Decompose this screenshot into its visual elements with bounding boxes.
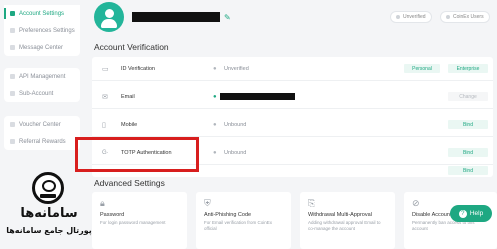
watermark-title: سامانه‌ها [20, 206, 78, 221]
sidebar-item-label: Message Center [19, 44, 64, 51]
preferences-icon [10, 28, 15, 33]
bind-totp-button[interactable]: Bind [448, 148, 488, 157]
shield-icon: ⛨ [204, 198, 211, 208]
sidebar-item-label: Sub-Account [19, 90, 54, 97]
account-settings-icon [10, 11, 15, 16]
withdraw-icon: ⎘ [308, 198, 316, 208]
card-password[interactable]: 🔒︎ Password For login password managemen… [92, 192, 187, 249]
email-icon: ✉ [102, 93, 108, 101]
advanced-settings-cards: 🔒︎ Password For login password managemen… [92, 192, 497, 249]
highlight-box [75, 137, 199, 172]
card-anti-phishing[interactable]: ⛨ Anti-Phishing Code For Email verificat… [196, 192, 291, 249]
check-circle-icon: ● [213, 93, 217, 100]
sidebar-item-account-settings[interactable]: Account Settings [4, 5, 80, 22]
sidebar-group-api: API Management Sub-Account [4, 68, 80, 102]
mobile-icon: ▯ [102, 121, 106, 129]
sidebar-item-sub-account[interactable]: Sub-Account [4, 85, 80, 102]
redacted-username [132, 12, 220, 22]
api-icon [10, 74, 15, 79]
lock-icon: 🔒︎ [100, 198, 105, 208]
referral-icon [10, 139, 15, 144]
status-dot-icon [396, 15, 400, 19]
row-status: Unverified [224, 65, 249, 72]
sidebar-item-label: Account Settings [19, 10, 65, 17]
help-button[interactable]: ? Help [450, 205, 492, 222]
sidebar-item-message-center[interactable]: Message Center [4, 39, 80, 56]
sidebar-item-label: Referral Rewards [19, 138, 66, 145]
message-icon [10, 45, 15, 50]
info-icon: ● [213, 149, 217, 156]
change-email-button[interactable]: Change [448, 92, 488, 101]
row-label: Mobile [121, 121, 138, 128]
account-verification-title: Account Verification [94, 42, 169, 52]
sidebar-group-account: Account Settings Preferences Settings Me… [4, 5, 80, 56]
voucher-icon [10, 122, 15, 127]
account-settings-page: Account Settings Preferences Settings Me… [0, 0, 497, 249]
row-label: Email [121, 93, 135, 100]
row-status: Unbound [224, 121, 247, 128]
status-badge-users: CoinEx Users [440, 11, 490, 23]
card-withdrawal-multi-approval[interactable]: ⎘ Withdrawal Multi-Approval Adding withd… [300, 192, 395, 249]
info-icon: ● [213, 121, 217, 128]
sidebar-item-label: Voucher Center [19, 121, 61, 128]
personal-button[interactable]: Personal [404, 64, 440, 73]
avatar[interactable] [94, 2, 124, 32]
help-button-label: Help [469, 210, 484, 217]
main-content: ✎ Unverified CoinEx Users Account Verifi… [86, 0, 497, 249]
card-title: Password [100, 212, 125, 218]
bind-mobile-button[interactable]: Bind [448, 120, 488, 129]
sidebar-item-label: API Management [19, 73, 66, 80]
card-title: Withdrawal Multi-Approval [308, 212, 372, 218]
status-badge-label: CoinEx Users [453, 14, 484, 20]
sidebar-item-label: Preferences Settings [19, 27, 75, 34]
verification-row-email: ✉ Email ● Change [92, 85, 493, 109]
watermark-subtitle: پورتال جامع سامانه‌ها [6, 226, 92, 235]
card-desc: For login password management [100, 220, 166, 225]
redacted-email [220, 93, 295, 100]
row-status: Unbound [224, 149, 247, 156]
sidebar-item-referral-rewards[interactable]: Referral Rewards [4, 133, 80, 150]
advanced-settings-title: Advanced Settings [94, 178, 165, 188]
sidebar-item-preferences-settings[interactable]: Preferences Settings [4, 22, 80, 39]
monitor-logo-icon [32, 172, 64, 204]
status-badge-label: Unverified [403, 14, 426, 20]
row-label: ID Verification [121, 65, 155, 72]
edit-icon[interactable]: ✎ [224, 13, 231, 22]
bind-button[interactable]: Bind [448, 166, 488, 175]
sidebar-item-api-management[interactable]: API Management [4, 68, 80, 85]
card-title: Anti-Phishing Code [204, 212, 252, 218]
status-dot-icon [446, 15, 450, 19]
card-desc: Adding withdrawal approval Email to co-m… [308, 220, 381, 231]
id-card-icon: ▭ [102, 65, 109, 73]
sub-account-icon [10, 91, 15, 96]
verification-row-id: ▭ ID Verification ● Unverified Personal … [92, 57, 493, 81]
card-desc: For Email verification from CoinEx offic… [204, 220, 273, 231]
info-icon: ● [213, 65, 217, 72]
enterprise-button[interactable]: Enterprise [448, 64, 488, 73]
status-badge-unverified: Unverified [390, 11, 432, 23]
profile-header: ✎ Unverified CoinEx Users [90, 0, 497, 34]
help-icon: ? [458, 209, 467, 218]
user-icon [94, 2, 124, 32]
sidebar-item-voucher-center[interactable]: Voucher Center [4, 116, 80, 133]
watermark-logo: سامانه‌ها پورتال جامع سامانه‌ها [2, 172, 94, 248]
verification-row-mobile: ▯ Mobile ● Unbound Bind [92, 113, 493, 137]
sidebar-group-rewards: Voucher Center Referral Rewards [4, 116, 80, 150]
